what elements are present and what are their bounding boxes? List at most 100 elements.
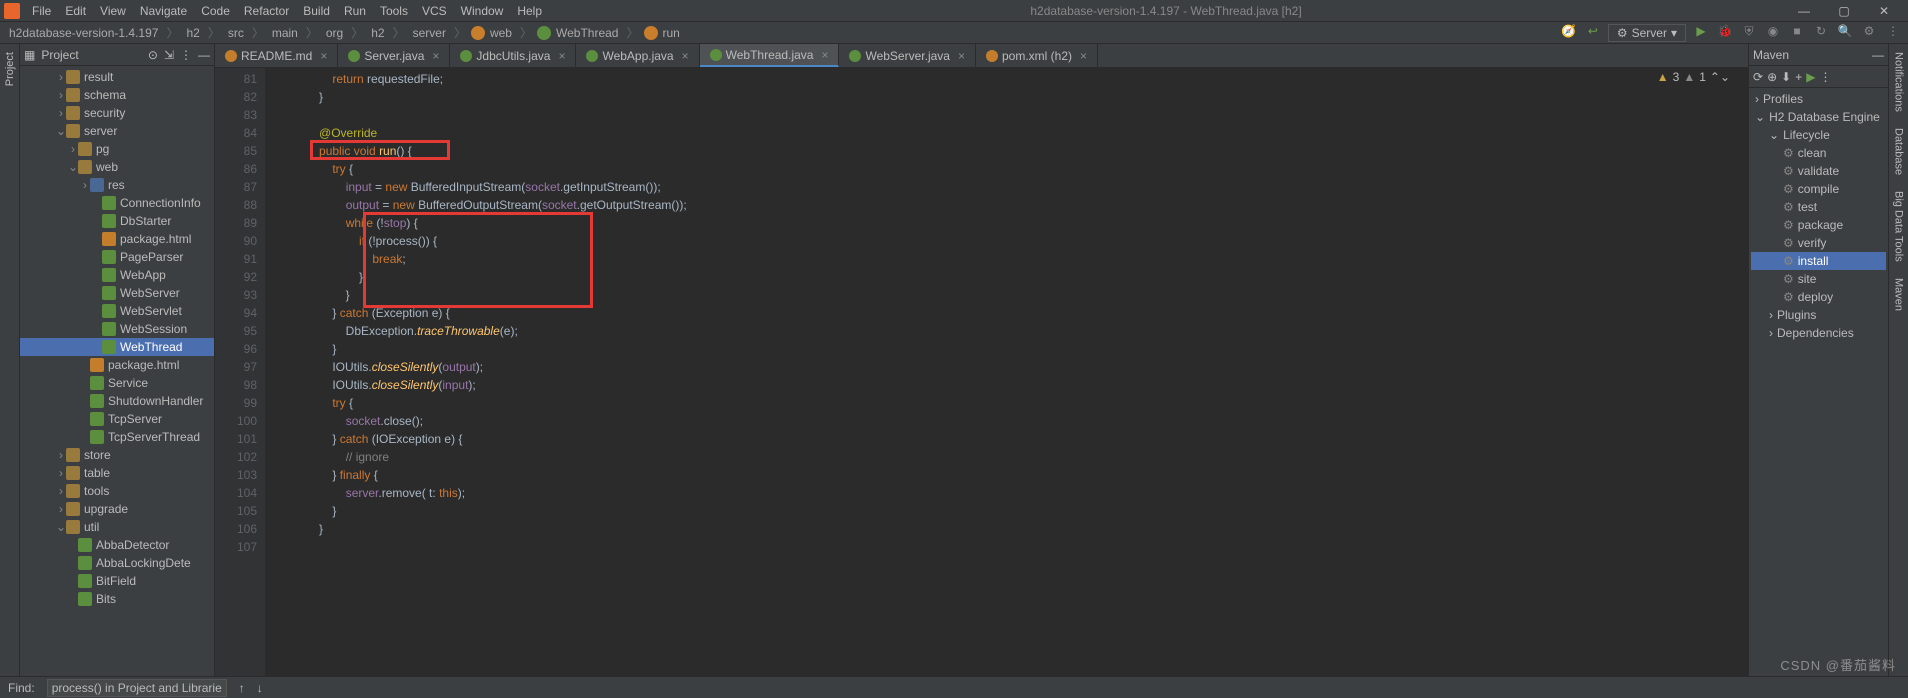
code-line[interactable]: input = new BufferedInputStream(socket.g…	[279, 178, 1748, 196]
close-icon[interactable]: ×	[1080, 49, 1087, 63]
more-maven-icon[interactable]: ⋮	[1819, 70, 1831, 84]
breadcrumb-item[interactable]: h2database-version-1.4.197	[6, 26, 161, 40]
code-line[interactable]: }	[279, 340, 1748, 358]
code-line[interactable]: if (!process()) {	[279, 232, 1748, 250]
code-line[interactable]: }	[279, 88, 1748, 106]
maven-node-lifecycle[interactable]: ⌄Lifecycle	[1751, 126, 1886, 144]
tree-node-util[interactable]: ⌄util	[20, 518, 214, 536]
tree-node-security[interactable]: ›security	[20, 104, 214, 122]
right-tab-maven[interactable]: Maven	[1891, 270, 1907, 319]
menu-window[interactable]: Window	[455, 2, 510, 20]
find-prev-icon[interactable]: ↑	[239, 681, 245, 695]
tree-node-table[interactable]: ›table	[20, 464, 214, 482]
search-icon[interactable]: 🔍	[1836, 24, 1854, 42]
select-opened-icon[interactable]: ⊙	[148, 48, 158, 62]
coverage-button[interactable]: ⛨	[1740, 24, 1758, 42]
close-icon[interactable]: ×	[821, 48, 828, 62]
menu-edit[interactable]: Edit	[59, 2, 92, 20]
collapse-icon[interactable]: ⋮	[180, 48, 192, 62]
tree-node-shutdownhandler[interactable]: ShutdownHandler	[20, 392, 214, 410]
maven-node-h2-database-engine[interactable]: ⌄H2 Database Engine	[1751, 108, 1886, 126]
close-button[interactable]: ✕	[1864, 4, 1904, 18]
code-line[interactable]: }	[279, 286, 1748, 304]
code-line[interactable]: try {	[279, 394, 1748, 412]
code-line[interactable]: IOUtils.closeSilently(output);	[279, 358, 1748, 376]
maven-node-clean[interactable]: ⚙clean	[1751, 144, 1886, 162]
editor-tab-webthread-java[interactable]: WebThread.java×	[700, 44, 840, 67]
code-line[interactable]: socket.close();	[279, 412, 1748, 430]
close-icon[interactable]: ×	[958, 49, 965, 63]
close-icon[interactable]: ×	[558, 49, 565, 63]
find-next-icon[interactable]: ↓	[257, 681, 263, 695]
maven-node-package[interactable]: ⚙package	[1751, 216, 1886, 234]
code-line[interactable]: }	[279, 268, 1748, 286]
editor-tab-webserver-java[interactable]: WebServer.java×	[839, 44, 976, 67]
tree-node-pageparser[interactable]: PageParser	[20, 248, 214, 266]
breadcrumb-item[interactable]: run	[660, 26, 683, 40]
compass-icon[interactable]: 🧭	[1560, 24, 1578, 42]
tree-node-bits[interactable]: Bits	[20, 590, 214, 608]
inspection-badge[interactable]: ▲3 ▲1 ⌃⌄	[1657, 70, 1730, 84]
menu-refactor[interactable]: Refactor	[238, 2, 295, 20]
tree-node-webservlet[interactable]: WebServlet	[20, 302, 214, 320]
tree-node-webapp[interactable]: WebApp	[20, 266, 214, 284]
tree-node-schema[interactable]: ›schema	[20, 86, 214, 104]
maven-hide-icon[interactable]: —	[1872, 48, 1884, 62]
breadcrumb-item[interactable]: h2	[183, 26, 202, 40]
project-tree[interactable]: ›result›schema›security⌄server›pg⌄web›re…	[20, 66, 214, 676]
profile-button[interactable]: ◉	[1764, 24, 1782, 42]
tree-node-webserver[interactable]: WebServer	[20, 284, 214, 302]
breadcrumb-item[interactable]: WebThread	[553, 26, 621, 40]
tree-node-websession[interactable]: WebSession	[20, 320, 214, 338]
breadcrumb-item[interactable]: h2	[368, 26, 387, 40]
code-line[interactable]	[279, 106, 1748, 124]
maven-node-dependencies[interactable]: ›Dependencies	[1751, 324, 1886, 342]
tree-node-tcpserver[interactable]: TcpServer	[20, 410, 214, 428]
tree-node-server[interactable]: ⌄server	[20, 122, 214, 140]
code-line[interactable]: server.remove( t: this);	[279, 484, 1748, 502]
tree-node-dbstarter[interactable]: DbStarter	[20, 212, 214, 230]
menu-vcs[interactable]: VCS	[416, 2, 453, 20]
breadcrumb-item[interactable]: server	[410, 26, 449, 40]
breadcrumb-item[interactable]: main	[269, 26, 301, 40]
breadcrumb-item[interactable]: src	[225, 26, 247, 40]
tree-node-tcpserverthread[interactable]: TcpServerThread	[20, 428, 214, 446]
code-line[interactable]: }	[279, 520, 1748, 538]
menu-view[interactable]: View	[94, 2, 132, 20]
right-tab-big-data-tools[interactable]: Big Data Tools	[1891, 183, 1907, 270]
maven-node-profiles[interactable]: ›Profiles	[1751, 90, 1886, 108]
tree-node-service[interactable]: Service	[20, 374, 214, 392]
code-line[interactable]: public void run() {	[279, 142, 1748, 160]
tree-node-package.html[interactable]: package.html	[20, 230, 214, 248]
code-line[interactable]: // ignore	[279, 448, 1748, 466]
more-icon[interactable]: ⋮	[1884, 24, 1902, 42]
debug-button[interactable]: 🐞	[1716, 24, 1734, 42]
run-maven-icon[interactable]: ▶	[1806, 70, 1815, 84]
expand-icon[interactable]: ⇲	[164, 48, 174, 62]
code-line[interactable]	[279, 538, 1748, 556]
maven-node-plugins[interactable]: ›Plugins	[1751, 306, 1886, 324]
maven-node-site[interactable]: ⚙site	[1751, 270, 1886, 288]
code-line[interactable]: } finally {	[279, 466, 1748, 484]
code-line[interactable]: @Override	[279, 124, 1748, 142]
hide-icon[interactable]: —	[198, 48, 210, 62]
editor-tab-jdbcutils-java[interactable]: JdbcUtils.java×	[450, 44, 576, 67]
menu-run[interactable]: Run	[338, 2, 372, 20]
code-line[interactable]: break;	[279, 250, 1748, 268]
left-tab-project[interactable]: Project	[2, 44, 18, 94]
editor-tab-readme-md[interactable]: README.md×	[215, 44, 338, 67]
tree-node-web[interactable]: ⌄web	[20, 158, 214, 176]
tree-node-package.html[interactable]: package.html	[20, 356, 214, 374]
code-line[interactable]: return requestedFile;	[279, 70, 1748, 88]
menu-build[interactable]: Build	[297, 2, 336, 20]
maven-node-validate[interactable]: ⚙validate	[1751, 162, 1886, 180]
code-line[interactable]: IOUtils.closeSilently(input);	[279, 376, 1748, 394]
close-icon[interactable]: ×	[320, 49, 327, 63]
editor-tab-webapp-java[interactable]: WebApp.java×	[576, 44, 699, 67]
maximize-button[interactable]: ▢	[1824, 4, 1864, 18]
menu-help[interactable]: Help	[511, 2, 548, 20]
editor-tab-server-java[interactable]: Server.java×	[338, 44, 450, 67]
find-input[interactable]	[47, 679, 227, 697]
menu-file[interactable]: File	[26, 2, 57, 20]
editor-tab-pom-xml-h2-[interactable]: pom.xml (h2)×	[976, 44, 1098, 67]
